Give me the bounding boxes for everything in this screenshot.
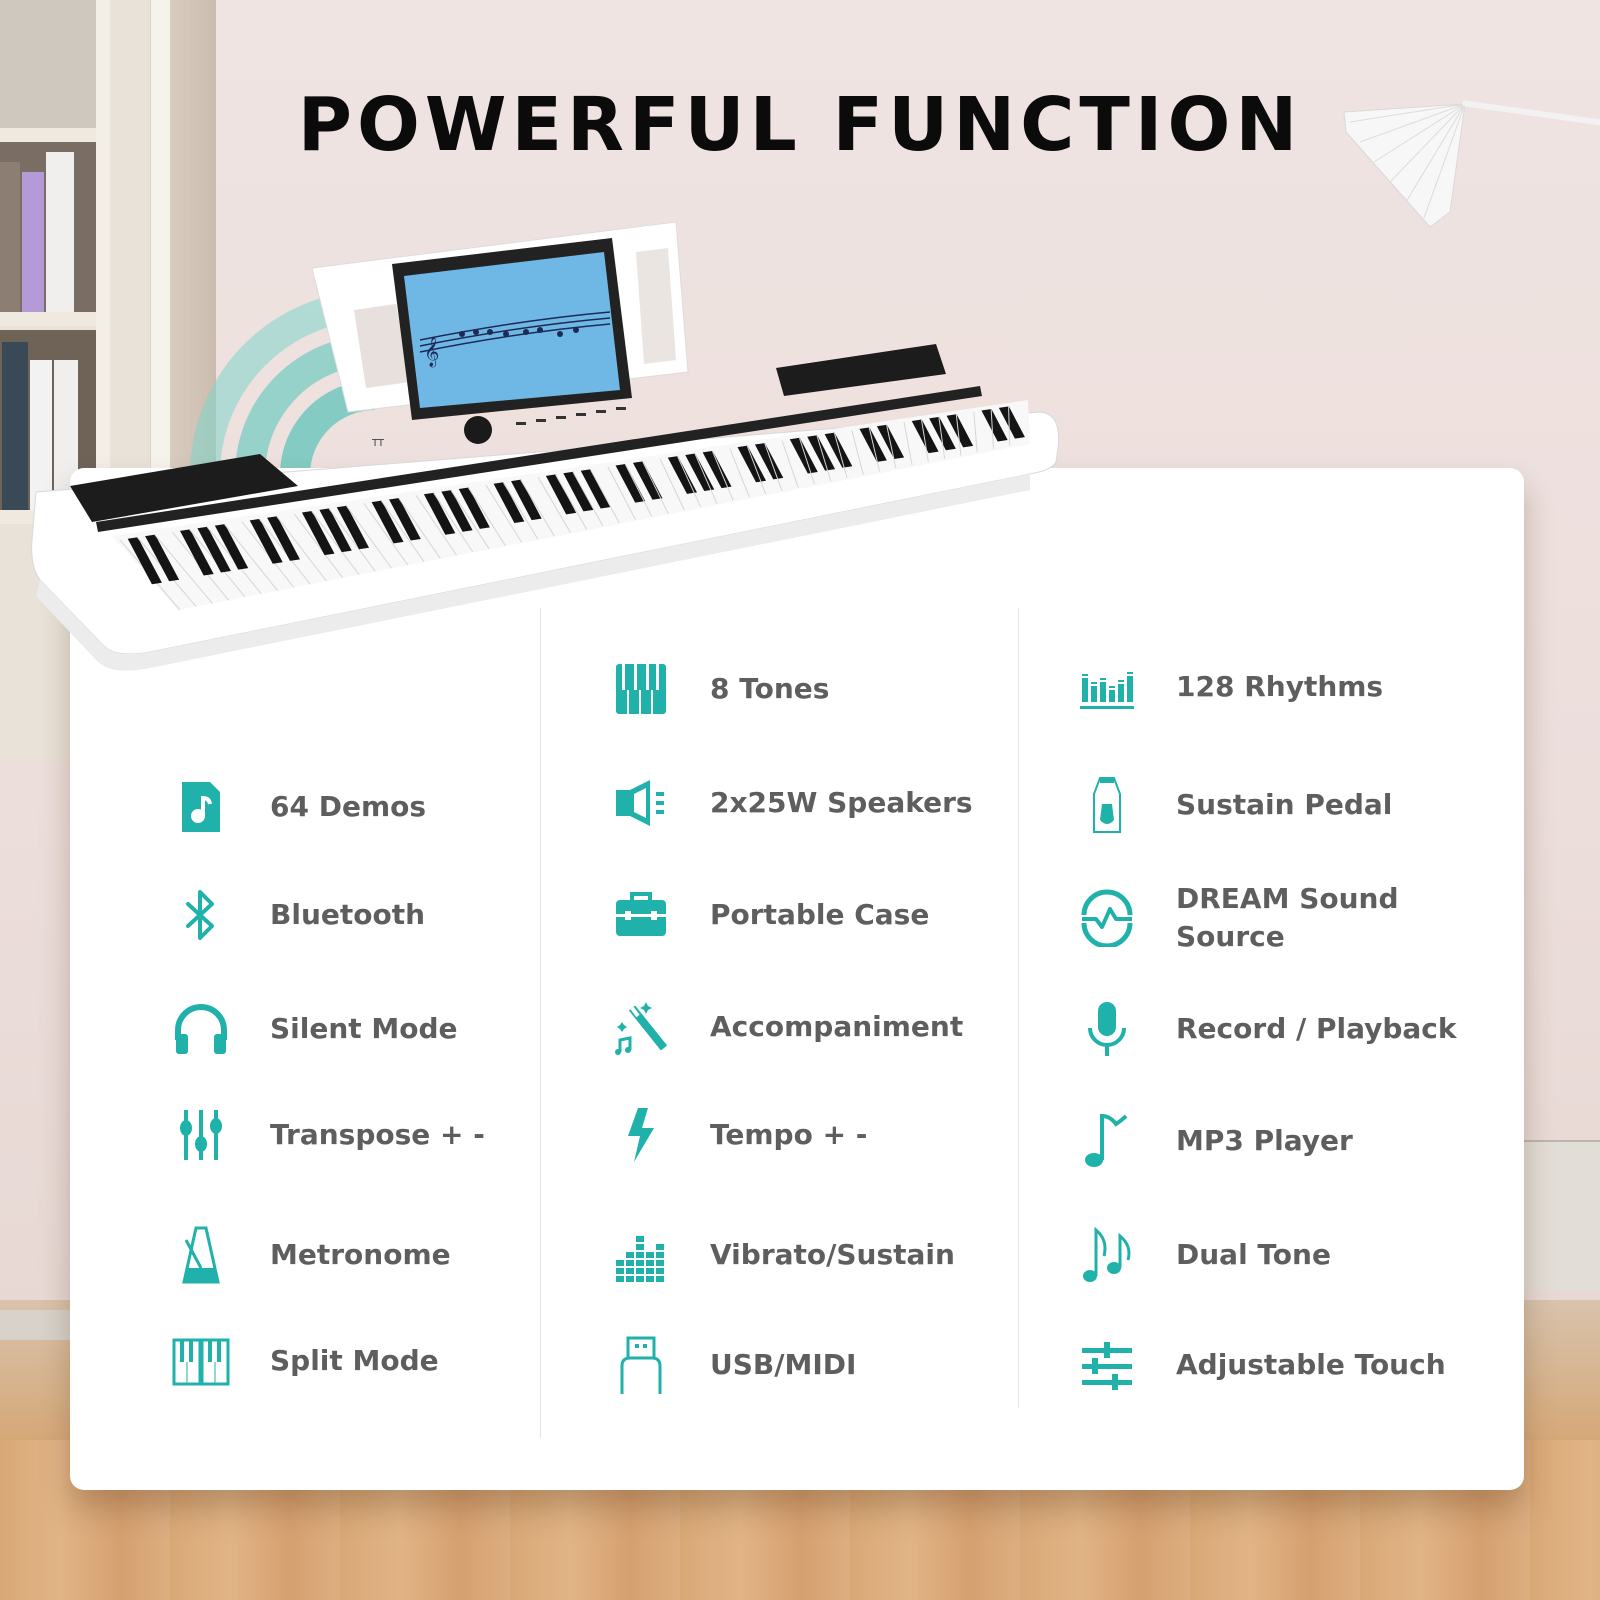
equalizer-cell bbox=[636, 1236, 644, 1242]
equalizer-cell bbox=[646, 1276, 654, 1282]
feature-mp3-player: MP3 Player bbox=[1078, 1112, 1353, 1170]
feature-dual-tone: Dual Tone bbox=[1078, 1226, 1331, 1284]
usb-icon bbox=[612, 1336, 670, 1394]
feature-metronome: Metronome bbox=[172, 1226, 451, 1284]
feature-tempo: Tempo + - bbox=[612, 1106, 867, 1164]
rhythm-peak bbox=[1091, 682, 1097, 684]
pedal-icon bbox=[1078, 776, 1136, 834]
feature-sustain-pedal: Sustain Pedal bbox=[1078, 776, 1392, 834]
double-note-icon bbox=[1078, 1226, 1136, 1284]
equalizer-icon bbox=[612, 1226, 670, 1284]
page-title: POWERFUL FUNCTION bbox=[297, 82, 1303, 168]
rhythm-bar bbox=[1082, 678, 1088, 702]
feature-transpose: Transpose + - bbox=[172, 1106, 485, 1164]
rhythm-bar bbox=[1100, 682, 1106, 702]
adjust-sliders-icon bbox=[1078, 1336, 1136, 1394]
equalizer-cell bbox=[656, 1260, 664, 1266]
feature-silent-mode: Silent Mode bbox=[172, 1000, 458, 1058]
feature-128-rhythms: 128 Rhythms bbox=[1078, 658, 1383, 716]
volume-knob bbox=[464, 416, 492, 444]
rug-left bbox=[0, 1310, 80, 1340]
rhythm-peak bbox=[1118, 680, 1124, 682]
microphone-icon bbox=[1078, 1000, 1136, 1058]
feature-split-mode: Split Mode bbox=[172, 1332, 439, 1390]
rhythm-bar bbox=[1127, 676, 1133, 702]
feature-vibrato-sustain: Vibrato/Sustain bbox=[612, 1226, 955, 1284]
music-note-icon bbox=[1078, 1112, 1136, 1170]
metronome-icon bbox=[172, 1226, 230, 1284]
feature-portable-case: Portable Case bbox=[612, 886, 929, 944]
rhythm-peak bbox=[1109, 686, 1115, 688]
music-file-icon bbox=[172, 778, 230, 836]
equalizer-cell bbox=[656, 1268, 664, 1274]
equalizer-cell bbox=[626, 1252, 634, 1258]
equalizer-cell bbox=[636, 1244, 644, 1250]
tablet: 𝄞 bbox=[392, 238, 632, 420]
sound-wave-icon bbox=[1078, 889, 1136, 947]
feature-dream-sound-source: DREAM Sound Source bbox=[1078, 880, 1399, 956]
equalizer-cell bbox=[646, 1252, 654, 1258]
speaker-icon bbox=[612, 774, 670, 832]
equalizer-cell bbox=[646, 1268, 654, 1274]
column-divider bbox=[540, 608, 541, 1438]
equalizer-cell bbox=[626, 1268, 634, 1274]
rhythm-baseline bbox=[1080, 706, 1134, 709]
keyboard-product-image: 𝄞 TT bbox=[31, 221, 1060, 671]
split-keys-icon bbox=[172, 1332, 230, 1390]
speaker-grille-right bbox=[776, 344, 946, 396]
equalizer-cell bbox=[656, 1244, 664, 1250]
bluetooth-icon bbox=[172, 886, 230, 944]
lightning-icon bbox=[612, 1106, 670, 1164]
equalizer-cell bbox=[656, 1252, 664, 1258]
feature-adjustable-touch: Adjustable Touch bbox=[1078, 1336, 1446, 1394]
equalizer-cell bbox=[616, 1276, 624, 1282]
equalizer-cell bbox=[616, 1260, 624, 1266]
equalizer-cell bbox=[636, 1268, 644, 1274]
headphones-icon bbox=[172, 1000, 230, 1058]
feature-accompaniment: Accompaniment bbox=[612, 998, 963, 1056]
feature-speakers: 2x25W Speakers bbox=[612, 774, 973, 832]
sliders-icon bbox=[172, 1106, 230, 1164]
equalizer-cell bbox=[616, 1268, 624, 1274]
feature-64-demos: 64 Demos bbox=[172, 778, 426, 836]
rhythm-bar bbox=[1109, 690, 1115, 702]
rhythm-peak bbox=[1100, 678, 1106, 680]
feature-bluetooth: Bluetooth bbox=[172, 886, 425, 944]
case-icon bbox=[612, 886, 670, 944]
equalizer-cell bbox=[636, 1252, 644, 1258]
column-divider bbox=[1018, 608, 1019, 1408]
rhythm-bar bbox=[1091, 686, 1097, 702]
equalizer-cell bbox=[626, 1260, 634, 1266]
equalizer-cell bbox=[626, 1276, 634, 1282]
brand-logo: TT bbox=[371, 438, 385, 449]
equalizer-cell bbox=[636, 1276, 644, 1282]
feature-record-playback: Record / Playback bbox=[1078, 1000, 1457, 1058]
magic-wand-icon bbox=[612, 998, 670, 1056]
rhythm-peak bbox=[1127, 672, 1133, 674]
svg-text:𝄞: 𝄞 bbox=[424, 336, 439, 368]
equalizer-cell bbox=[656, 1276, 664, 1282]
equalizer-cell bbox=[646, 1260, 654, 1266]
feature-usb-midi: USB/MIDI bbox=[612, 1336, 856, 1394]
equalizer-cell bbox=[636, 1260, 644, 1266]
rhythm-bar bbox=[1118, 684, 1124, 702]
